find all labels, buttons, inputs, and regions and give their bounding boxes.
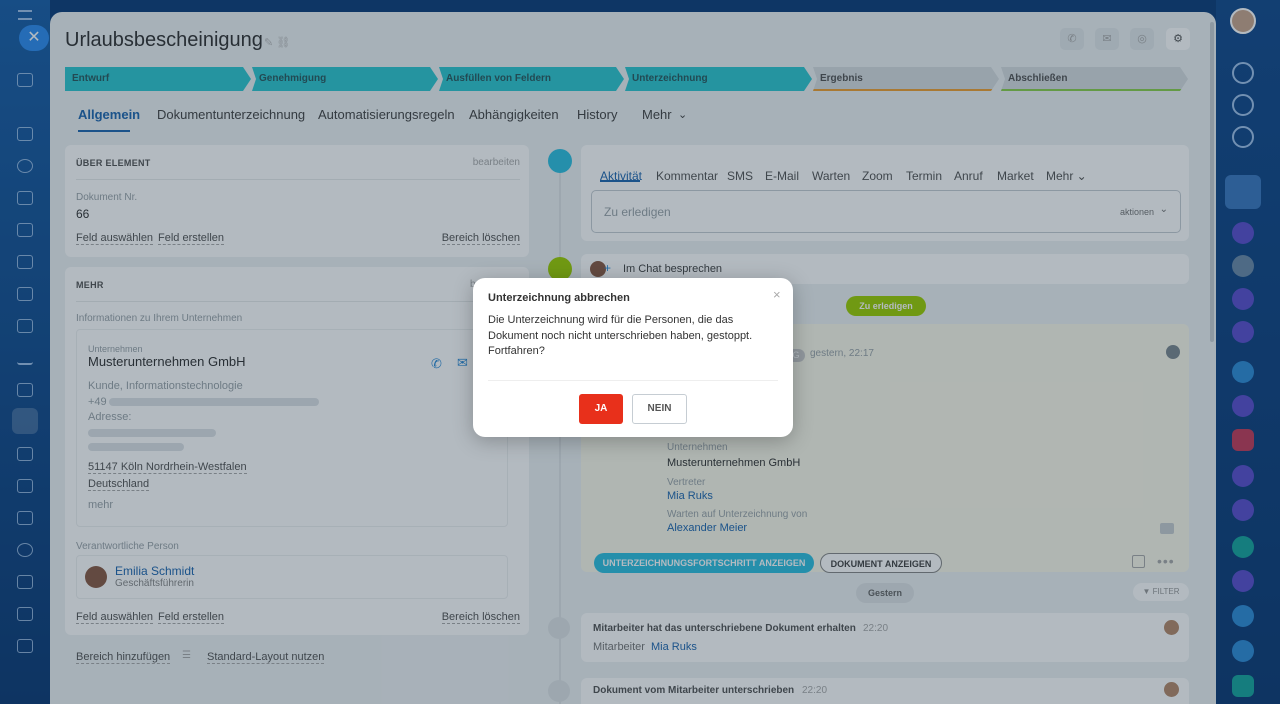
- divider: [488, 380, 778, 381]
- dialog-title: Unterzeichnung abbrechen: [488, 292, 630, 304]
- yes-button[interactable]: JA: [579, 394, 623, 424]
- cancel-signing-dialog: Unterzeichnung abbrechen × Die Unterzeic…: [473, 278, 793, 437]
- close-icon[interactable]: ×: [773, 287, 781, 302]
- no-button[interactable]: NEIN: [632, 394, 687, 424]
- dialog-body: Die Unterzeichnung wird für die Personen…: [488, 314, 753, 357]
